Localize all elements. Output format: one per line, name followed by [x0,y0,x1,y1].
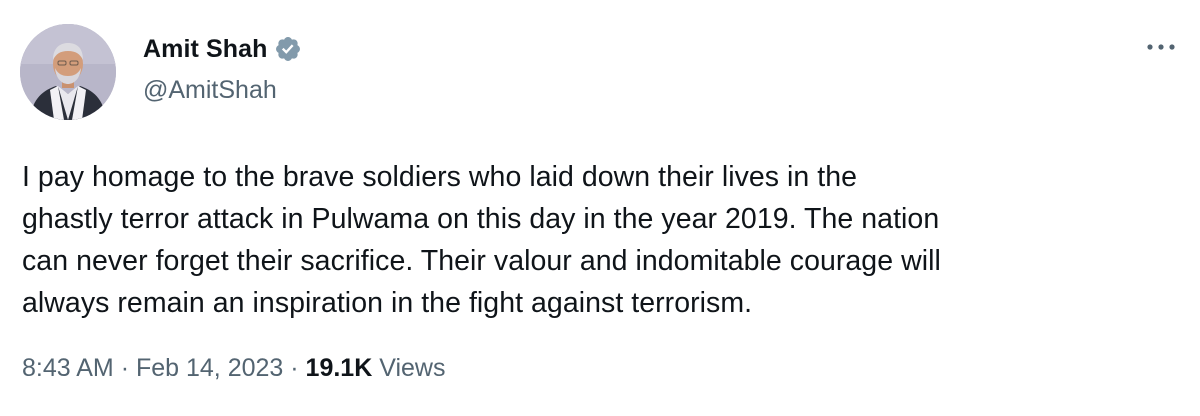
views-count[interactable]: 19.1K [306,354,373,382]
tweet-meta: 8:43 AM · Feb 14, 2023 · 19.1K Views [22,354,445,383]
tweet-text: I pay homage to the brave soldiers who l… [22,156,1182,324]
more-options-icon[interactable] [1144,36,1178,58]
tweet-card: Amit Shah @AmitShah I pay homage to the … [0,0,1200,416]
tweet-text-line: always remain an inspiration in the figh… [22,287,753,319]
tweet-text-line: I pay homage to the brave soldiers who l… [22,161,858,193]
avatar[interactable] [20,24,116,120]
author-name-row[interactable]: Amit Shah [143,33,302,65]
verified-badge-icon [274,35,302,63]
tweet-text-line: ghastly terror attack in Pulwama on this… [22,203,940,235]
author-handle[interactable]: @AmitShah [143,76,277,105]
views-label: Views [379,354,446,382]
meta-separator: · [290,354,299,382]
avatar-photo [20,24,116,120]
tweet-date[interactable]: Feb 14, 2023 [136,354,283,382]
author-display-name[interactable]: Amit Shah [143,35,268,64]
tweet-time[interactable]: 8:43 AM [22,354,114,382]
meta-separator: · [120,354,130,382]
tweet-text-line: can never forget their sacrifice. Their … [22,245,941,277]
